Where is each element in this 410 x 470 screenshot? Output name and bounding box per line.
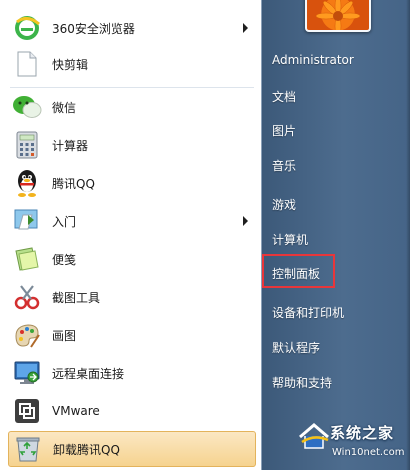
program-item-paint[interactable]: 画图 <box>8 317 256 353</box>
recycle-bin-icon <box>13 434 43 464</box>
program-item-remote-desktop[interactable]: 远程桌面连接 <box>8 355 256 391</box>
program-label: 画图 <box>52 328 77 343</box>
program-label: 卸载腾讯QQ <box>53 442 120 457</box>
browser-360-icon <box>12 13 42 43</box>
document-icon <box>12 49 42 79</box>
program-item-calculator[interactable]: 计算器 <box>8 127 256 163</box>
program-label: 微信 <box>52 100 77 115</box>
house-logo-icon <box>298 422 330 452</box>
remote-desktop-icon <box>12 358 42 388</box>
program-item-sticky-notes[interactable]: 便笺 <box>8 241 256 277</box>
link-help-support[interactable]: 帮助和支持 <box>272 374 332 391</box>
getting-started-icon <box>12 206 42 236</box>
program-label: 入门 <box>52 214 77 229</box>
link-documents[interactable]: 文档 <box>272 88 296 105</box>
program-label: 360安全浏览器 <box>52 21 135 36</box>
annotation-highlight-box <box>262 254 335 288</box>
link-music[interactable]: 音乐 <box>272 157 296 174</box>
program-label: 腾讯QQ <box>52 176 95 191</box>
program-item-vmware[interactable]: VMware <box>8 393 256 429</box>
program-item-360-browser[interactable]: 360安全浏览器 <box>8 10 256 46</box>
user-name-link[interactable]: Administrator <box>272 53 354 67</box>
wechat-icon <box>12 92 42 122</box>
program-label: VMware <box>52 404 100 418</box>
system-links-pane: Administrator 文档 图片 音乐 游戏 计算机 控制面板 设备和打印… <box>262 0 410 470</box>
program-item-snipping-tool[interactable]: 截图工具 <box>8 279 256 315</box>
program-item-kuaijianji[interactable]: 快剪辑 <box>8 46 256 82</box>
separator <box>10 87 254 88</box>
program-item-uninstall-qq[interactable]: 卸载腾讯QQ <box>8 431 256 467</box>
program-label: 快剪辑 <box>52 57 89 72</box>
qq-penguin-icon <box>12 168 42 198</box>
watermark-title: 系统之家 <box>330 424 395 442</box>
watermark: 系统之家 Win10net.com <box>298 420 410 470</box>
program-item-wechat[interactable]: 微信 <box>8 89 256 125</box>
snipping-tool-icon <box>12 282 42 312</box>
program-label: 远程桌面连接 <box>52 366 125 381</box>
link-games[interactable]: 游戏 <box>272 196 296 213</box>
program-item-getting-started[interactable]: 入门 <box>8 203 256 239</box>
submenu-arrow-icon[interactable] <box>243 23 248 33</box>
program-item-qq[interactable]: 腾讯QQ <box>8 165 256 201</box>
user-avatar[interactable] <box>305 0 371 32</box>
watermark-url: Win10net.com <box>332 447 405 458</box>
link-pictures[interactable]: 图片 <box>272 122 296 139</box>
link-devices-printers[interactable]: 设备和打印机 <box>272 304 344 321</box>
link-computer[interactable]: 计算机 <box>272 231 308 248</box>
program-list-pane: 360安全浏览器 快剪辑 微信 计算器 腾讯QQ 入门 便笺 截图工具 画图 远… <box>0 0 262 470</box>
program-label: 截图工具 <box>52 290 101 305</box>
start-menu: 360安全浏览器 快剪辑 微信 计算器 腾讯QQ 入门 便笺 截图工具 画图 远… <box>0 0 410 470</box>
sticky-notes-icon <box>12 244 42 274</box>
program-label: 便笺 <box>52 252 77 267</box>
submenu-arrow-icon[interactable] <box>243 216 248 226</box>
paint-palette-icon <box>12 320 42 350</box>
link-default-programs[interactable]: 默认程序 <box>272 339 320 356</box>
vmware-icon <box>12 396 42 426</box>
calculator-icon <box>12 130 42 160</box>
program-label: 计算器 <box>52 138 89 153</box>
